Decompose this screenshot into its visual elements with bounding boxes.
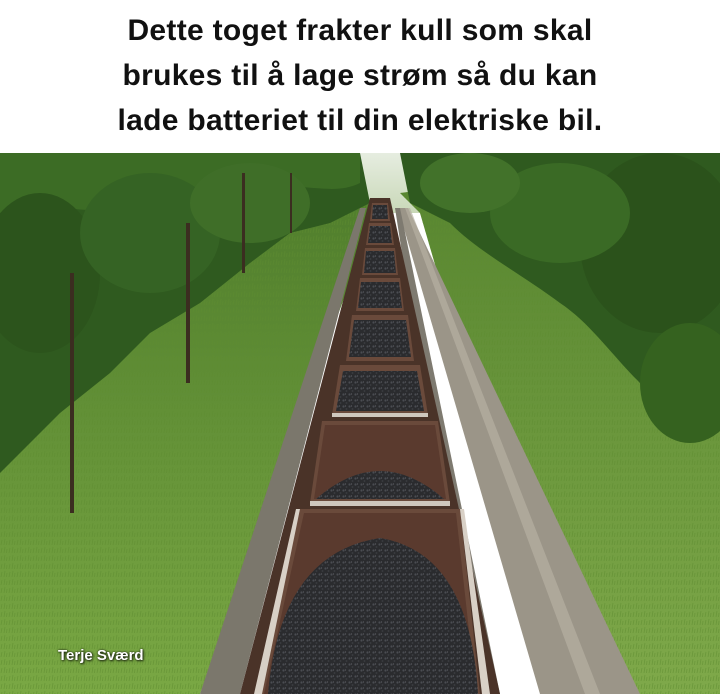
utility-pole [242,173,245,273]
caption-line-2: brukes til å lage strøm så du kan [122,59,598,92]
caption-line-3: lade batteriet til din elektriske bil. [117,104,603,137]
coal-wagon [362,248,398,275]
meme-caption: Dette toget frakter kull som skal brukes… [0,0,720,153]
caption-line-1: Dette toget frakter kull som skal [127,14,593,47]
coal-wagon [332,365,428,417]
coal-train-photo [0,153,720,694]
coal-wagon [370,203,390,221]
coal-wagon [346,315,414,361]
coal-wagon [310,421,450,506]
coal-wagon [366,223,394,245]
photo-credit: Terje Sværd [58,647,144,664]
utility-pole [186,223,190,383]
utility-pole [70,273,74,513]
utility-pole [290,173,292,233]
coal-wagon [356,278,404,311]
